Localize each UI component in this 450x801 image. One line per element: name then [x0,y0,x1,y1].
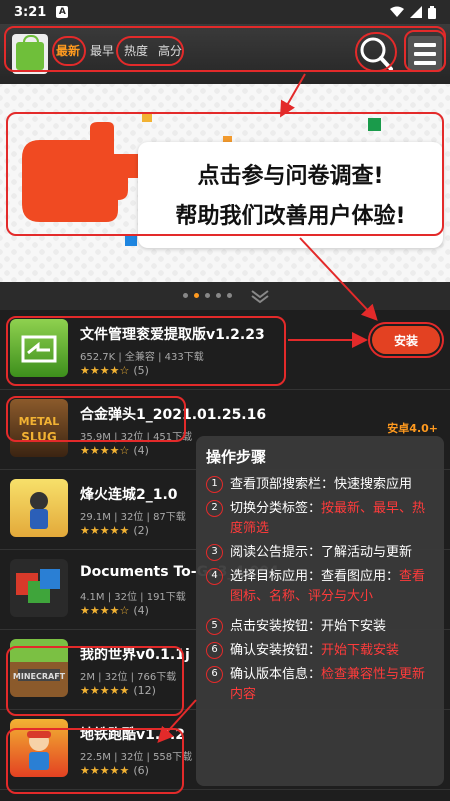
rating-count: (4) [133,604,149,617]
app-meta: 652.7K | 全兼容 | 433下载 [80,352,204,363]
status-time: 3:21 [14,4,47,20]
top-toolbar: 最新 最早 热度 高分 [0,24,450,84]
survey-banner[interactable]: 点击参与问卷调查! 帮助我们改善用户体验! [0,84,450,282]
shopping-bag-icon [16,35,44,70]
step-number: 2 [206,500,223,517]
app-meta: 2M | 32位 | 766下载 [80,672,177,683]
rating-stars: ★★★★☆ [80,364,130,377]
search-icon[interactable] [357,34,395,74]
survey-line-1: 点击参与问卷调查! [197,164,384,189]
pager-dot[interactable] [227,293,232,298]
instruction-panel: 操作步骤 1 查看顶部搜索栏：快速搜索应用 2 切换分类标签：按最新、最早、热度筛选… [196,436,444,786]
notification-badge-text: A [58,7,66,17]
svg-text:METAL: METAL [19,415,60,428]
pager-dot-active[interactable] [194,293,199,298]
app-rating: ★★★★★ (12) [80,684,156,697]
app-icon-ninja-game [10,479,68,537]
app-icon-file-manager [10,319,68,377]
instruction-step: 4 选择目标应用：查看图应用：查看图标、名称、评分与大小 [206,567,434,607]
rating-stars: ★★★★☆ [80,604,130,617]
step-text: 确认安装按钮： [230,643,322,658]
rating-count: (5) [133,364,149,377]
step-number: 3 [206,544,223,561]
app-name: 烽火连城2_1.0 [80,487,178,503]
app-name: 地铁跑酷v1.5.2 [80,727,185,743]
app-rating: ★★★★☆ (5) [80,364,149,377]
rating-count: (4) [133,444,149,457]
step-text: 切换分类标签： [230,501,322,516]
svg-text:MINECRAFT: MINECRAFT [13,672,66,681]
rating-count: (6) [133,764,149,777]
category-tabs: 最新 最早 热度 高分 [56,42,182,59]
install-button[interactable]: 安装 [372,326,440,354]
step-highlight: 开始下载安装 [321,643,400,658]
app-meta: 35.9M | 32位 | 451下载 [80,432,193,443]
app-rating: ★★★★★ (2) [80,524,149,537]
instruction-step: 6 确认版本信息：检查兼容性与更新内容 [206,665,434,705]
app-name: 文件管理衮爱提取版v1.2.23 [80,327,265,343]
app-icon-documents [10,559,68,617]
rating-stars: ★★★★☆ [80,444,130,457]
pager-dot[interactable] [216,293,221,298]
pager-dot[interactable] [183,293,188,298]
app-name: 合金弹头1_2021.01.25.16 [80,407,267,423]
instruction-step: 1 查看顶部搜索栏：快速搜索应用 [206,475,434,495]
app-icon-subway-surfers [10,719,68,777]
tab-newest[interactable]: 最新 [56,42,80,59]
signal-icon [410,6,422,18]
app-name: 我的世界v0.1.1j [80,647,190,663]
instruction-step: 5 点击安装按钮：开始下安装 [206,617,434,637]
pager-dots [183,293,232,298]
wifi-icon [390,6,404,17]
app-icon-minecraft: MINECRAFT [10,639,68,697]
android-version-badge: 安卓4.0+ [387,422,438,435]
app-rating: ★★★★☆ (4) [80,604,149,617]
step-number: 6 [206,666,223,683]
step-text: 阅读公告提示：了解活动与更新 [230,545,413,560]
step-number: 1 [206,476,223,493]
step-number: 6 [206,642,223,659]
banner-pager [0,282,450,310]
step-text: 点击安装按钮：开始下安装 [230,619,387,634]
app-rating: ★★★★★ (6) [80,764,149,777]
step-text: 确认版本信息： [230,667,322,682]
chevron-down-icon[interactable] [250,288,270,304]
pager-dot[interactable] [205,293,210,298]
tab-top-rated[interactable]: 高分 [158,42,182,59]
battery-icon [428,5,436,19]
step-text: 查看顶部搜索栏：快速搜索应用 [230,477,413,492]
status-bar: 3:21 A [0,0,450,24]
instruction-step: 6 确认安装按钮：开始下载安装 [206,641,434,661]
rating-stars: ★★★★★ [80,524,130,537]
tab-oldest[interactable]: 最早 [90,42,114,59]
step-number: 5 [206,618,223,635]
tab-popular[interactable]: 热度 [124,42,148,59]
rating-count: (2) [133,524,149,537]
instruction-title: 操作步骤 [206,448,267,466]
rating-stars: ★★★★★ [80,684,130,697]
instruction-step: 2 切换分类标签：按最新、最早、热度筛选 [206,499,434,539]
app-meta: 29.1M | 32位 | 87下载 [80,512,186,523]
app-meta: 4.1M | 32位 | 191下载 [80,592,186,603]
instruction-step: 3 阅读公告提示：了解活动与更新 [206,543,434,563]
app-rating: ★★★★☆ (4) [80,444,149,457]
menu-icon[interactable] [408,36,442,72]
rating-stars: ★★★★★ [80,764,130,777]
notification-icon: A [56,6,69,18]
survey-message-bubble: 点击参与问卷调查! 帮助我们改善用户体验! [138,142,443,248]
app-icon-metal-slug: METAL SLUG [10,399,68,457]
app-logo[interactable] [12,34,48,74]
step-text: 选择目标应用：查看图应用： [230,569,400,584]
svg-text:SLUG: SLUG [21,430,56,444]
survey-line-2: 帮助我们改善用户体验! [175,204,406,229]
step-number: 4 [206,568,223,585]
app-meta: 22.5M | 32位 | 558下载 [80,752,193,763]
rating-count: (12) [133,684,156,697]
